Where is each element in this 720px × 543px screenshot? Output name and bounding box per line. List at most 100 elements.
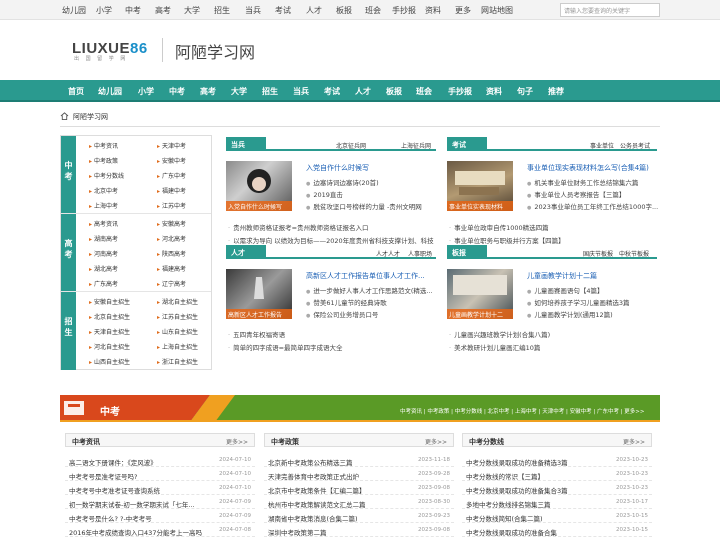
list-item[interactable]: 中考分数线录取成功的准备集合3篇 2023-10-23 [462,483,652,495]
top-link[interactable]: 班会 [365,5,381,16]
top-link[interactable]: 高考 [155,5,171,16]
category-link[interactable]: 江苏中考 [157,201,186,210]
article-link[interactable]: 以需求为导向 以绩效为目标——2020年度贵州省科技支撑计划、科技 [228,235,436,245]
search-input[interactable]: 请输入您要查询的关键字 [560,3,660,17]
panel-link[interactable]: 人事职场 [408,249,432,258]
category-link[interactable]: 河北高考 [157,234,186,243]
list-item[interactable]: 北京新中考政策公布精选三篇 2023-11-18 [264,455,454,467]
nav-item[interactable]: 人才 [355,86,371,97]
top-link[interactable]: 人才 [306,5,322,16]
article-link[interactable]: 如何培养孩子学习儿童画精选3篇 [527,297,629,307]
nav-item[interactable]: 高考 [200,86,216,97]
category-link[interactable]: 辽宁高考 [157,279,186,288]
category-link[interactable]: 天津中考 [157,141,186,150]
category-link[interactable]: 安徽高考 [157,219,186,228]
article-thumbnail[interactable]: 入党自作什么时候写 [226,161,292,211]
top-link[interactable]: 招生 [214,5,230,16]
nav-item[interactable]: 句子 [517,86,533,97]
list-item[interactable]: 天津完善体育中考政策正式出炉 2023-09-28 [264,469,454,481]
nav-item[interactable]: 手抄报 [448,86,472,97]
column-title[interactable]: 中考分数线 [469,437,504,447]
article-link[interactable]: 事业单位职务与职级并行方案【四篇】 [449,235,565,245]
lead-article[interactable]: 入党自作什么时候写 [306,163,369,173]
nav-item[interactable]: 考试 [324,86,340,97]
panel-link[interactable]: 事业单位 [590,141,614,150]
nav-item[interactable]: 首页 [68,86,84,97]
nav-item[interactable]: 招生 [262,86,278,97]
article-thumbnail[interactable]: 儿童画教学计划十二 [447,269,513,319]
list-item[interactable]: 2016年中考成绩查询入口437分能考上一高吗 2024-07-08 [65,525,255,537]
category-link[interactable]: 中考政策 [89,156,118,165]
top-link[interactable]: 考试 [275,5,291,16]
column-title[interactable]: 中考政策 [271,437,299,447]
category-head[interactable]: 中考 [61,136,76,214]
category-link[interactable]: 江苏自主招生 [157,312,198,321]
category-head[interactable]: 高考 [61,214,76,292]
top-link[interactable]: 中考 [125,5,141,16]
article-link[interactable]: 机关事业单位财务工作总结锦集六篇 [527,177,638,187]
breadcrumb-home[interactable]: 阿陋学习网 [73,112,108,122]
article-link[interactable]: 简单的四字成语=最简单四字成语大全 [228,342,342,352]
article-link[interactable]: 儿童画赛画语句【4篇】 [527,285,603,295]
list-item[interactable]: 中考考号中考准考证号查询系统 2024-07-10 [65,483,255,495]
category-link[interactable]: 上海中考 [89,201,118,210]
article-link[interactable]: 进一步做好人事人才工作思路范文(精选... [306,285,432,295]
article-link[interactable]: 美术教研计划儿童画汇编10篇 [449,342,540,352]
panel-link[interactable]: 公务员考试 [620,141,650,150]
panel-title[interactable]: 考试 [447,137,487,151]
article-thumbnail[interactable]: 事业单位实表现材料 [447,161,513,211]
article-link[interactable]: 赞美61儿童节的经典诗歌 [306,297,386,307]
list-item[interactable]: 湖南省中考政策消息(合集二篇) 2023-09-23 [264,511,454,523]
category-head[interactable]: 招生 [61,292,76,370]
nav-item[interactable]: 小学 [138,86,154,97]
category-link[interactable]: 湖南高考 [89,234,118,243]
category-link[interactable]: 安徽自主招生 [89,297,130,306]
list-item[interactable]: 多地中考分数线排名锦集三篇 2023-10-17 [462,497,652,509]
article-link[interactable]: 儿童画兴趣班教学计划(合集八篇) [449,329,550,339]
more-link[interactable]: 更多>> [623,437,645,446]
list-item[interactable]: 中考考号是准考证号吗? 2024-07-10 [65,469,255,481]
nav-item[interactable]: 当兵 [293,86,309,97]
article-link[interactable]: 事业单位人员考察报告【三篇】 [527,189,625,199]
article-thumbnail[interactable]: 高新区人才工作报告 [226,269,292,319]
site-logo[interactable]: LIUXUE86 出 国 留 学 网 [72,38,154,62]
list-item[interactable]: 杭州市中考政策解读范文汇总二篇 2023-08-30 [264,497,454,509]
lead-article[interactable]: 事业单位现实表现材料怎么写(合集4篇) [527,163,649,173]
article-link[interactable]: 脱贫攻坚口号榜样的力量 -贵州文明网 [306,201,421,211]
top-link[interactable]: 网站地图 [481,5,513,16]
category-link[interactable]: 湖北自主招生 [157,297,198,306]
top-link[interactable]: 手抄报 [392,5,416,16]
category-link[interactable]: 福建中考 [157,186,186,195]
panel-title[interactable]: 板报 [447,245,487,259]
panel-link[interactable]: 人才人才 [376,249,400,258]
list-item[interactable]: 中考分数线录取成功的准备精选3篇 2023-10-23 [462,455,652,467]
category-link[interactable]: 福建高考 [157,264,186,273]
category-link[interactable]: 上海自主招生 [157,342,198,351]
category-link[interactable]: 广东中考 [157,171,186,180]
article-link[interactable]: 边塞诗词边塞诗(20首) [306,177,378,187]
more-link[interactable]: 更多>> [226,437,248,446]
top-link[interactable]: 资料 [425,5,441,16]
category-link[interactable]: 山西自主招生 [89,357,130,366]
nav-item[interactable]: 推荐 [548,86,564,97]
list-item[interactable]: 中考分数线的常识【三篇】 2023-10-23 [462,469,652,481]
category-link[interactable]: 河北自主招生 [89,342,130,351]
panel-title[interactable]: 当兵 [226,137,266,151]
article-link[interactable]: 五四青年权福寄语 [228,329,285,339]
nav-item[interactable]: 大学 [231,86,247,97]
category-link[interactable]: 广东高考 [89,279,118,288]
top-link[interactable]: 更多 [455,5,471,16]
column-title[interactable]: 中考资讯 [72,437,100,447]
article-link[interactable]: 儿童画教学计划(通用12篇) [527,309,612,319]
category-link[interactable]: 中考分数线 [89,171,124,180]
nav-item[interactable]: 板报 [386,86,402,97]
list-item[interactable]: 深圳中考政策第二篇 2023-09-08 [264,525,454,537]
panel-link[interactable]: 中秋节板报 [619,249,649,258]
nav-item[interactable]: 中考 [169,86,185,97]
top-link[interactable]: 大学 [184,5,200,16]
lead-article[interactable]: 儿童画教学计划十二篇 [527,271,597,281]
top-link[interactable]: 幼儿园 [62,5,86,16]
lead-article[interactable]: 高新区人才工作报告单位事人才工作... [306,271,425,281]
category-link[interactable]: 湖北高考 [89,264,118,273]
category-link[interactable]: 北京中考 [89,186,118,195]
